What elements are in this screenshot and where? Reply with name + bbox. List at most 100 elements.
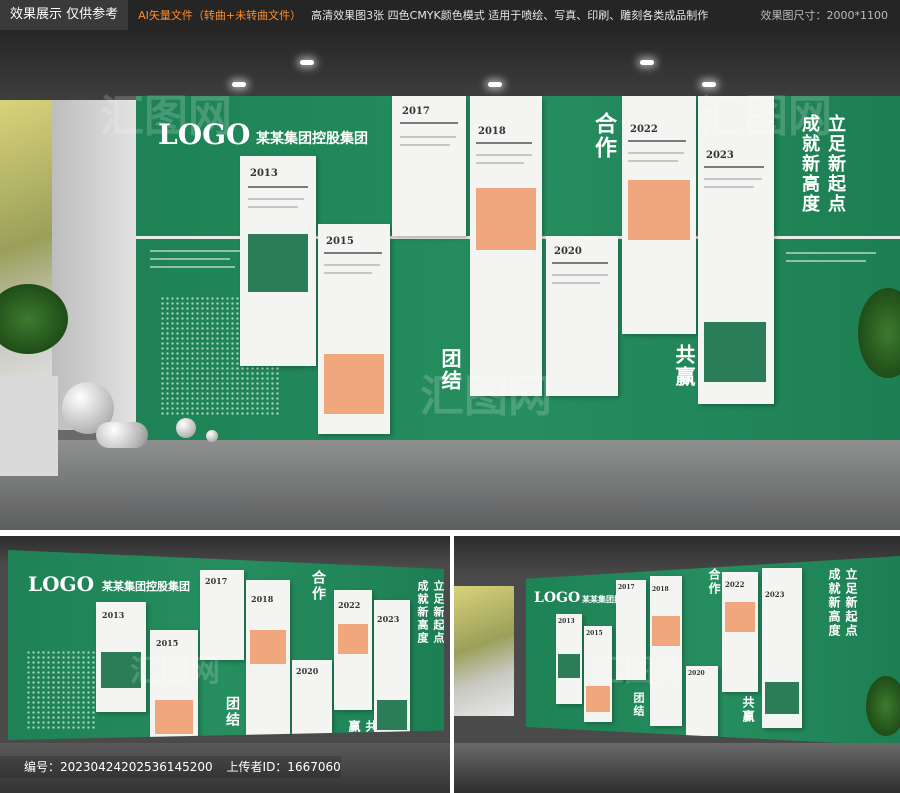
decor-sphere	[176, 418, 196, 438]
photo-placeholder	[704, 322, 766, 382]
timeline-panel-2018: 2018	[246, 580, 290, 740]
year-2020: 2020	[688, 670, 705, 677]
side-render-left: LOGO 某某集团控股集团 2013 2015 2017 团结 2018 合作 …	[0, 536, 450, 793]
year-2022: 2022	[630, 124, 658, 135]
main-render: LOGO 某某集团控股集团 2013 2015 2017 团结 2018 合作 …	[0, 30, 900, 530]
title-line	[324, 252, 382, 254]
year-2023: 2023	[706, 150, 734, 161]
timeline-panel-2020: 2020	[686, 666, 718, 736]
footer: 编号：20230424202536145200 上传者ID：1667060	[0, 756, 341, 778]
watermark: 汇图网	[700, 91, 832, 142]
timeline-panel-2013: 2013	[556, 614, 582, 704]
photo-placeholder	[324, 354, 384, 414]
year-2013: 2013	[558, 618, 575, 625]
photo-placeholder	[155, 700, 193, 734]
text-line	[150, 250, 240, 252]
slogan-cooperation: 合作	[310, 570, 326, 602]
year-2023: 2023	[377, 614, 400, 624]
timeline-panel-2023: 2023	[374, 600, 410, 740]
year-2018: 2018	[251, 594, 274, 604]
size-label: 效果图尺寸：2000*1100	[760, 9, 889, 22]
company-name: 某某集团控股集团	[256, 131, 368, 147]
potted-plant	[866, 676, 900, 736]
timeline-panel-2020: 2020	[546, 236, 618, 396]
description-label: 高清效果图3张 四色CMYK颜色模式 适用于喷绘、写真、印刷、雕刻各类成品制作	[311, 9, 709, 22]
left-window	[454, 586, 514, 716]
text-line	[476, 162, 524, 164]
year-2020: 2020	[554, 246, 582, 257]
photo-placeholder	[628, 180, 690, 240]
photo-placeholder	[725, 602, 755, 632]
year-2018: 2018	[652, 586, 669, 593]
company-name: 某某集团控股集团	[102, 580, 190, 593]
text-line	[400, 136, 456, 138]
timeline-panel-2017: 2017	[392, 96, 466, 236]
text-line	[248, 198, 304, 200]
plant-pot	[0, 376, 58, 476]
year-2018: 2018	[478, 126, 506, 137]
timeline-panel-2022: 2022	[334, 590, 372, 710]
text-line	[150, 258, 230, 260]
text-line	[150, 266, 235, 268]
side-render-right: LOGO 某某集团控股集团 2013 2015 2017 团结 2018 合作 …	[454, 536, 900, 793]
year-2015: 2015	[586, 630, 603, 637]
pillar	[52, 100, 136, 430]
timeline-panel-2023: 2023	[762, 568, 802, 728]
text-line	[552, 274, 608, 276]
ceiling-lamp	[300, 60, 314, 65]
timeline-panel-2013: 2013	[240, 156, 316, 366]
year-2017: 2017	[402, 106, 430, 117]
photo-placeholder	[476, 188, 536, 250]
photo-placeholder	[765, 682, 799, 714]
photo-placeholder	[377, 700, 407, 730]
timeline-panel-2022: 2022	[622, 96, 696, 334]
title-line	[704, 166, 764, 168]
decor-sphere	[206, 430, 218, 442]
uploader-id: 上传者ID：1667060	[226, 760, 341, 774]
year-2013: 2013	[102, 610, 125, 620]
photo-placeholder	[652, 616, 680, 646]
title-line	[248, 186, 308, 188]
text-line	[704, 186, 754, 188]
year-2023: 2023	[765, 590, 785, 599]
image-code: 编号：20230424202536145200	[24, 760, 213, 774]
ceiling-lamp	[488, 82, 502, 87]
year-2017: 2017	[618, 584, 635, 591]
title-line	[552, 262, 608, 264]
text-line	[324, 264, 380, 266]
year-2015: 2015	[326, 236, 354, 247]
photo-placeholder	[248, 234, 308, 292]
text-line	[704, 178, 762, 180]
slogan-win-win: 共赢	[672, 344, 696, 388]
file-type-label: AI矢量文件（转曲+未转曲文件）	[138, 9, 302, 22]
timeline-panel-2020: 2020	[292, 660, 332, 740]
slogan-cooperation: 合作	[707, 568, 721, 596]
title-line	[400, 122, 458, 124]
text-line	[324, 272, 372, 274]
slogan-win-win: 共赢	[741, 696, 755, 724]
decor-sphere	[96, 422, 148, 448]
photo-placeholder	[250, 630, 286, 664]
disclaimer-label: 效果展示 仅供参考	[0, 0, 129, 30]
logo-text: LOGO	[534, 590, 581, 606]
watermark: 汇图网	[130, 654, 220, 689]
text-line	[786, 252, 876, 254]
text-line	[786, 260, 866, 262]
slogan-new-heights: 立足新起点 成就新高度	[827, 568, 858, 638]
year-2022: 2022	[725, 580, 745, 589]
photo-placeholder	[338, 624, 368, 654]
city-silhouette	[26, 650, 96, 730]
watermark: 汇图网	[100, 91, 232, 142]
timeline-panel-2022: 2022	[722, 572, 758, 692]
left-window	[0, 100, 52, 420]
logo-text: LOGO	[28, 572, 94, 596]
watermark: 汇图网	[420, 371, 552, 422]
text-line	[552, 282, 600, 284]
ceiling-lamp	[232, 82, 246, 87]
year-2017: 2017	[205, 576, 228, 586]
culture-wall: LOGO 某某集团控股集团 2013 2015 2017 团结 2018 合作 …	[8, 550, 444, 740]
photo-placeholder	[558, 654, 580, 678]
watermark: 汇图网	[594, 654, 684, 689]
title-line	[476, 142, 532, 144]
slogan-unity: 团结	[224, 696, 240, 728]
